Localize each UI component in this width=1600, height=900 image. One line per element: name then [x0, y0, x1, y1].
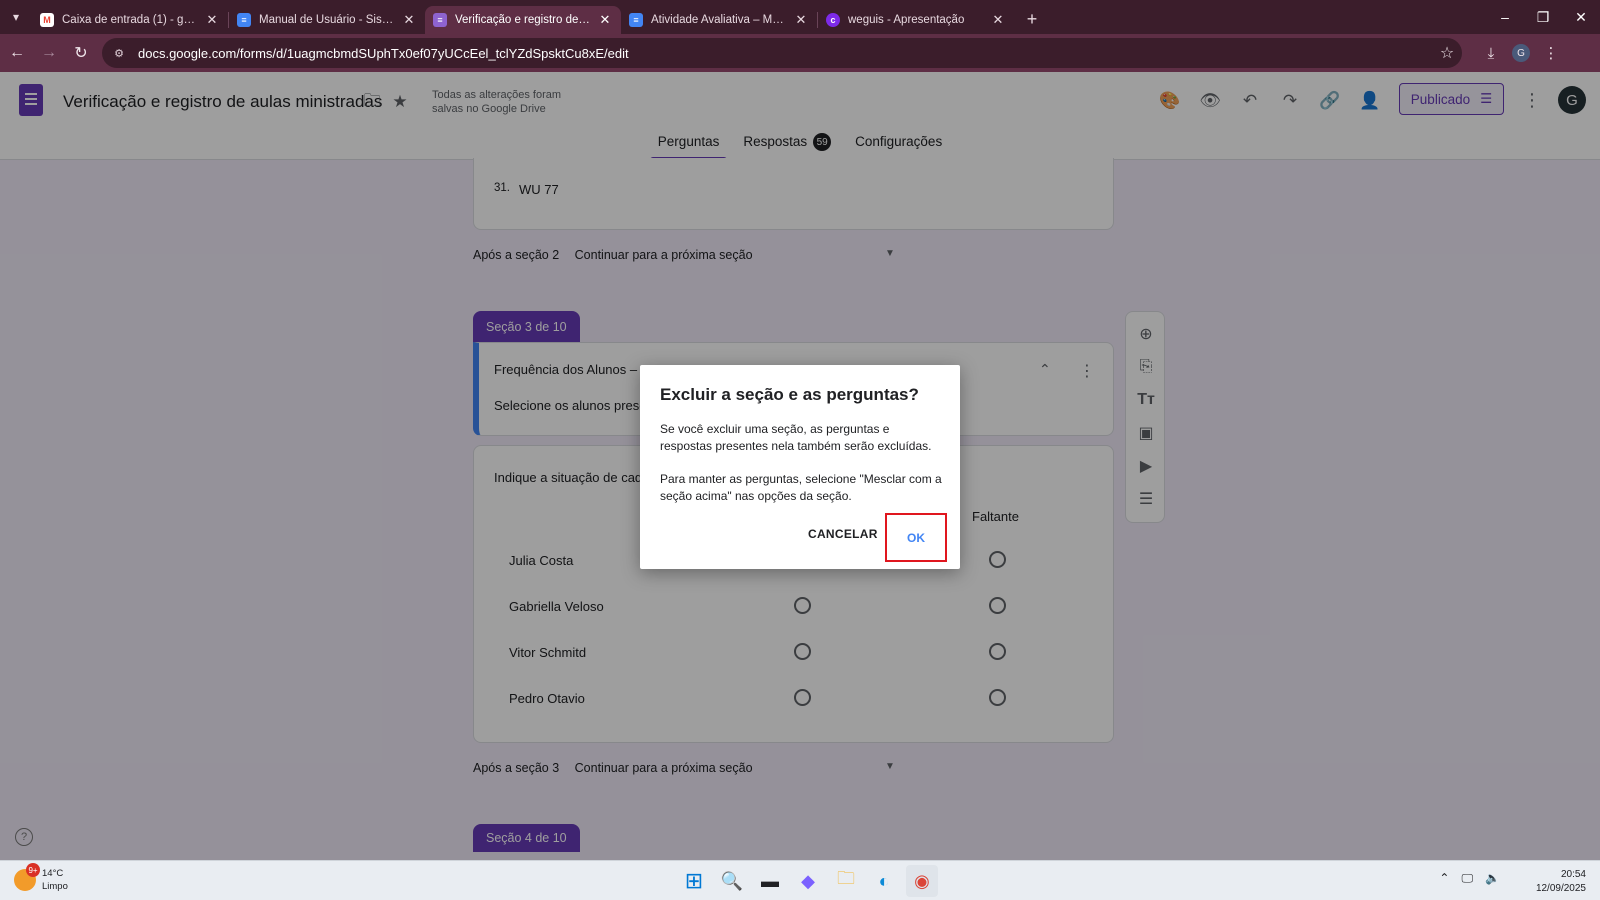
edge-icon[interactable]: ◐: [868, 865, 900, 897]
close-tab-icon[interactable]: ✕: [990, 12, 1006, 28]
docs-icon: ≡: [629, 13, 643, 27]
minimize-icon[interactable]: –: [1486, 0, 1524, 34]
notification-badge: 9+: [26, 863, 40, 877]
windows-start-icon[interactable]: ⊞: [678, 865, 710, 897]
tab-search-icon[interactable]: ▾: [0, 0, 32, 34]
restore-icon[interactable]: ❐: [1524, 0, 1562, 34]
ok-button-label: OK: [907, 530, 925, 545]
canva-icon: c: [826, 13, 840, 27]
delete-section-dialog: Excluir a seção e as perguntas? Se você …: [640, 365, 960, 569]
volume-icon[interactable]: 🔈: [1485, 871, 1500, 886]
chrome-icon[interactable]: ◉: [906, 865, 938, 897]
cancel-button[interactable]: CANCELAR: [808, 527, 878, 541]
close-tab-icon[interactable]: ✕: [204, 12, 220, 28]
tab-title: weguis - Apresentação: [848, 14, 965, 26]
browser-tab-canva[interactable]: c weguis - Apresentação ✕: [818, 6, 1014, 34]
forms-icon: ≡: [433, 13, 447, 27]
back-arrow-icon[interactable]: ←: [2, 38, 32, 68]
url-bar[interactable]: ⚙ docs.google.com/forms/d/1uagmcbmdSUphT…: [102, 38, 1462, 68]
weather-moon-icon: 9+: [14, 863, 40, 891]
browser-tab-bar: ▾ M Caixa de entrada (1) - geovann ✕ ≡ M…: [0, 0, 1600, 34]
browser-tab-manual[interactable]: ≡ Manual de Usuário - Sistema de ✕: [229, 6, 425, 34]
dialog-title: Excluir a seção e as perguntas?: [660, 385, 919, 404]
copilot-icon[interactable]: ◆: [792, 865, 824, 897]
profile-avatar[interactable]: G: [1512, 44, 1530, 62]
network-icon[interactable]: 🖵: [1461, 871, 1473, 886]
browser-tab-gmail[interactable]: M Caixa de entrada (1) - geovann ✕: [32, 6, 228, 34]
ok-button[interactable]: OK: [885, 513, 947, 562]
window-controls: – ❐ ✕: [1486, 0, 1600, 34]
file-explorer-icon[interactable]: 🗀: [830, 865, 862, 897]
close-tab-icon[interactable]: ✕: [401, 12, 417, 28]
gmail-icon: M: [40, 13, 54, 27]
dialog-body: Se você excluir uma seção, as perguntas …: [660, 421, 944, 521]
tab-title: Verificação e registro de aulas m: [455, 14, 591, 26]
close-window-icon[interactable]: ✕: [1562, 0, 1600, 34]
weather-widget[interactable]: 9+ 14°C Limpo: [14, 863, 68, 893]
url-text: docs.google.com/forms/d/1uagmcbmdSUphTx0…: [138, 45, 629, 61]
tab-title: Caixa de entrada (1) - geovann: [62, 14, 198, 26]
clock-time: 20:54: [1560, 869, 1586, 880]
clock-date: 12/09/2025: [1535, 883, 1586, 894]
tab-title: Manual de Usuário - Sistema de: [259, 14, 395, 26]
download-icon[interactable]: ⤓: [1476, 38, 1506, 68]
new-tab-button[interactable]: +: [1018, 5, 1046, 33]
forward-arrow-icon[interactable]: →: [34, 38, 64, 68]
close-tab-icon[interactable]: ✕: [597, 12, 613, 28]
weather-temp: 14°C: [42, 868, 64, 879]
browser-tab-atividade[interactable]: ≡ Atividade Avaliativa – Manual d ✕: [621, 6, 817, 34]
task-view-icon[interactable]: ▬: [754, 865, 786, 897]
tab-title: Atividade Avaliativa – Manual d: [651, 14, 787, 26]
site-info-icon[interactable]: ⚙: [110, 44, 128, 62]
dialog-message: Para manter as perguntas, selecione "Mes…: [660, 472, 942, 503]
reload-icon[interactable]: ↻: [66, 38, 96, 68]
bookmark-star-icon[interactable]: ☆: [1432, 43, 1462, 63]
search-icon[interactable]: 🔍: [716, 865, 748, 897]
address-toolbar: ← → ↻ ⚙ docs.google.com/forms/d/1uagmcbm…: [0, 34, 1600, 72]
docs-icon: ≡: [237, 13, 251, 27]
windows-taskbar: 9+ 14°C Limpo ⊞ 🔍 ▬ ◆ 🗀 ◐ ◉ ⌃ 🖵 🔈 20:54 …: [0, 860, 1600, 900]
weather-desc: Limpo: [42, 881, 68, 892]
show-hidden-icons-icon[interactable]: ⌃: [1439, 871, 1449, 886]
browser-tab-forms[interactable]: ≡ Verificação e registro de aulas m ✕: [425, 6, 621, 34]
dialog-message: Se você excluir uma seção, as perguntas …: [660, 422, 932, 453]
close-tab-icon[interactable]: ✕: [793, 12, 809, 28]
browser-menu-icon[interactable]: ⋮: [1536, 38, 1566, 68]
system-clock[interactable]: 20:54 12/09/2025: [1536, 868, 1586, 896]
